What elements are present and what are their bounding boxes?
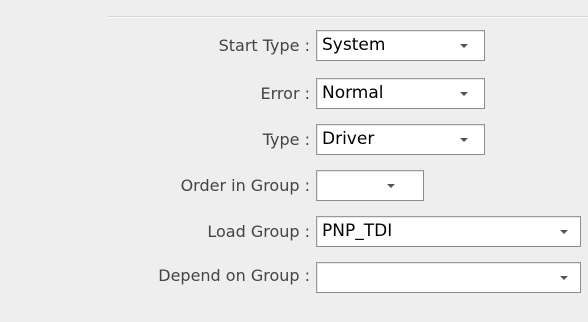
type-value: Driver xyxy=(322,129,375,149)
error-label: Error : xyxy=(260,84,310,103)
error-select[interactable]: Normal xyxy=(316,78,485,109)
error-value: Normal xyxy=(322,83,384,103)
section-divider xyxy=(108,16,588,18)
chevron-down-icon xyxy=(560,276,568,280)
chevron-down-icon xyxy=(460,92,468,96)
load-group-label: Load Group : xyxy=(207,222,310,241)
depend-on-group-select[interactable] xyxy=(316,262,581,293)
load-group-select[interactable]: PNP_TDI xyxy=(316,216,581,247)
load-group-value: PNP_TDI xyxy=(322,221,393,241)
start-type-select[interactable]: System xyxy=(316,30,485,61)
order-in-group-label: Order in Group : xyxy=(180,176,310,195)
type-select[interactable]: Driver xyxy=(316,124,485,155)
type-label: Type : xyxy=(262,130,310,149)
order-in-group-select[interactable] xyxy=(316,170,424,201)
chevron-down-icon xyxy=(460,44,468,48)
chevron-down-icon xyxy=(560,230,568,234)
start-type-value: System xyxy=(322,35,386,55)
depend-on-group-label: Depend on Group : xyxy=(158,266,310,285)
chevron-down-icon xyxy=(387,184,395,188)
start-type-label: Start Type : xyxy=(218,36,310,55)
chevron-down-icon xyxy=(460,138,468,142)
